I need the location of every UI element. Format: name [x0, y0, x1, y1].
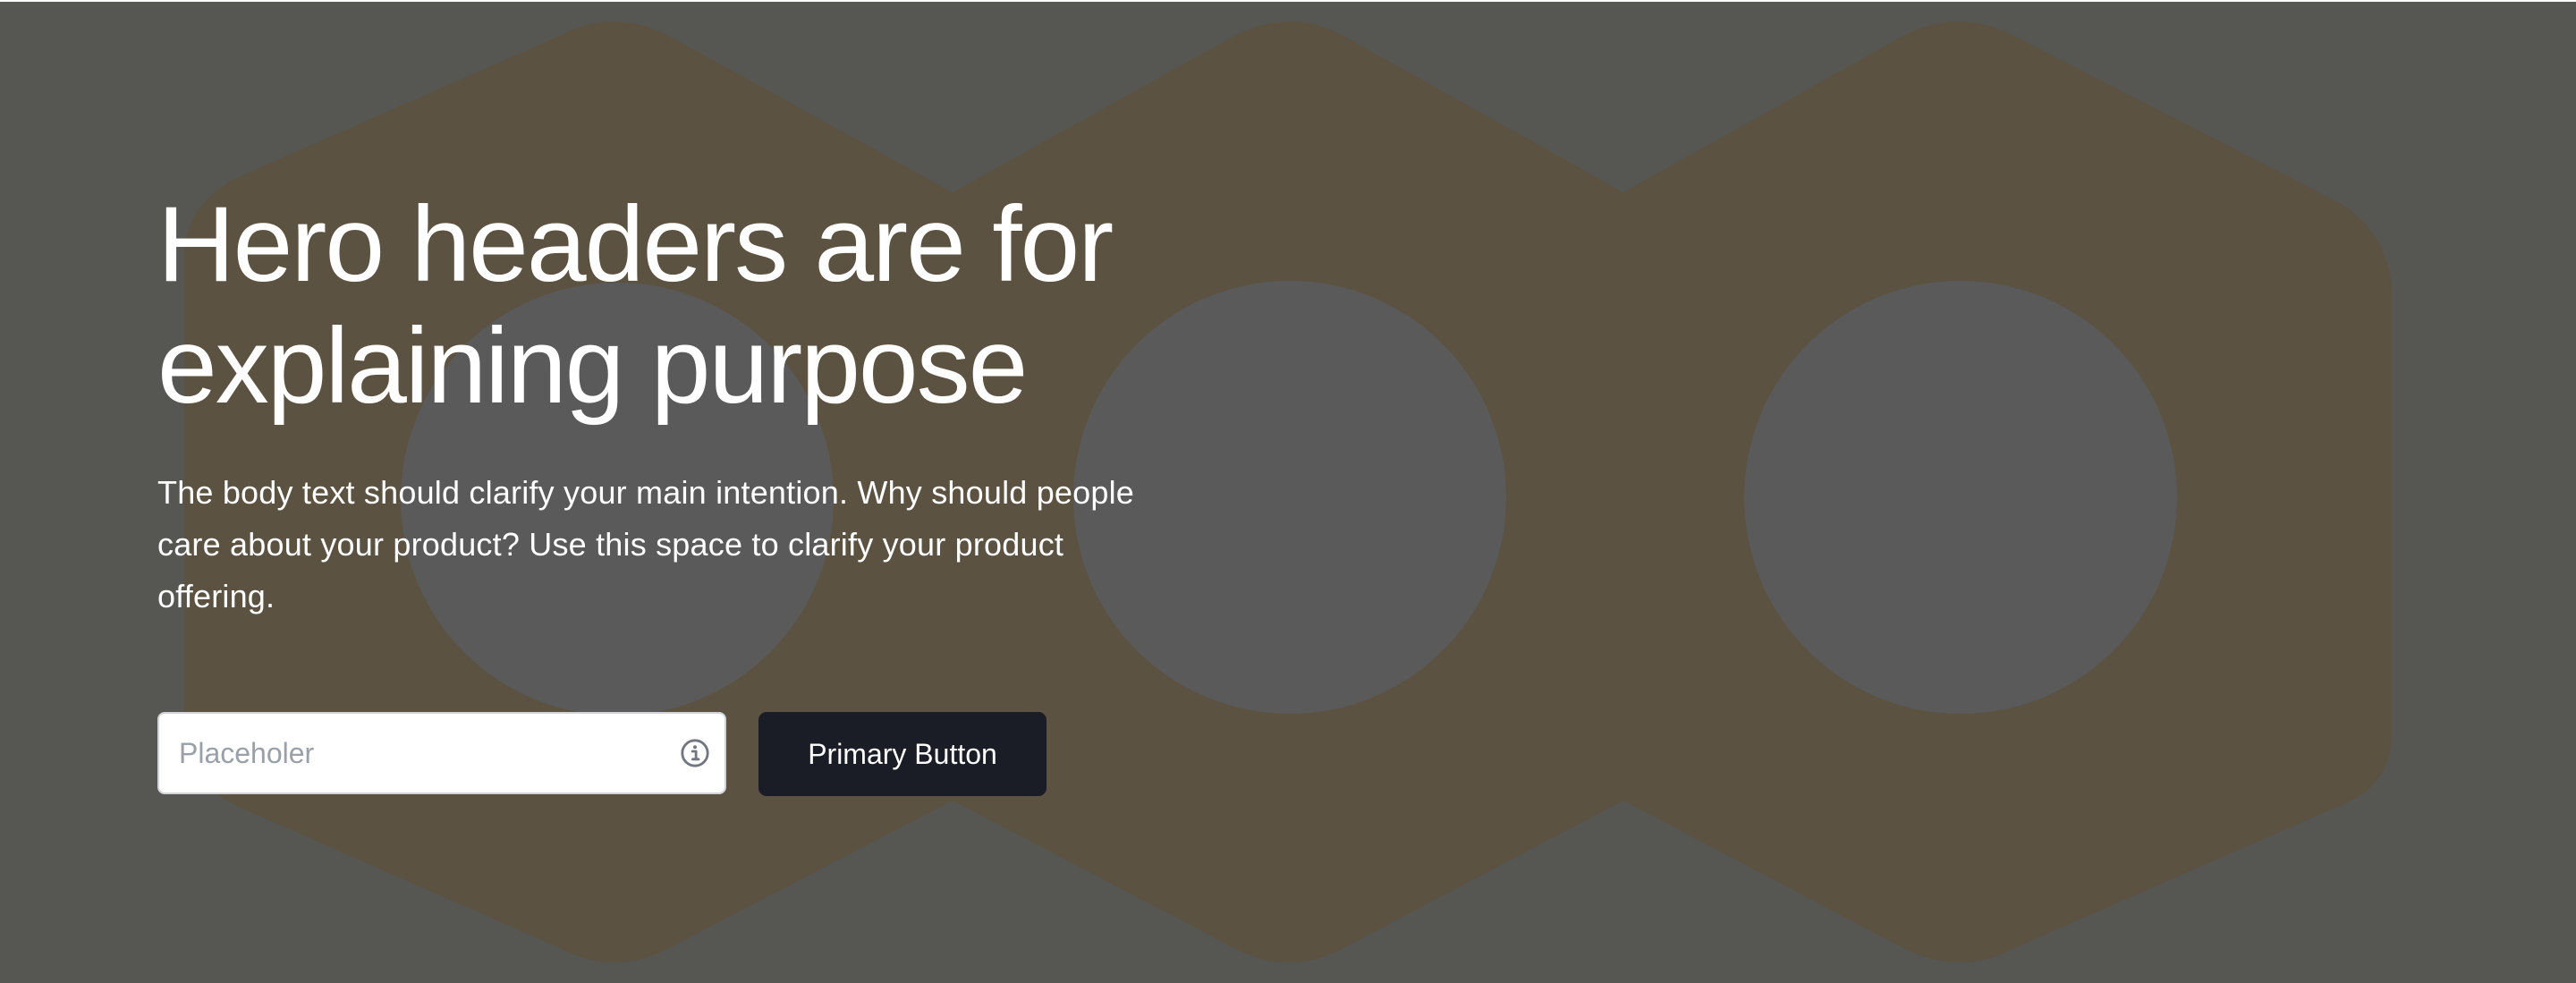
background-circle-right — [1744, 281, 2177, 714]
info-icon[interactable] — [680, 738, 710, 768]
primary-button[interactable]: Primary Button — [758, 712, 1046, 796]
hero-body-line-2: care about your product? Use this space … — [157, 526, 1064, 563]
hero-title-line-2: explaining purpose — [157, 306, 1028, 426]
text-input[interactable] — [179, 714, 644, 792]
hero-title: Hero headers are for explaining purpose — [157, 183, 1275, 427]
hero-body-line-1: The body text should clarify your main i… — [157, 474, 1134, 511]
hero-section: Hero headers are for explaining purpose T… — [0, 0, 2576, 983]
hero-body-text: The body text should clarify your main i… — [157, 467, 1231, 623]
hero-body-line-3: offering. — [157, 578, 275, 614]
hero-content: Hero headers are for explaining purpose T… — [157, 0, 1275, 983]
text-input-field[interactable] — [157, 712, 726, 794]
hero-title-line-1: Hero headers are for — [157, 184, 1114, 304]
